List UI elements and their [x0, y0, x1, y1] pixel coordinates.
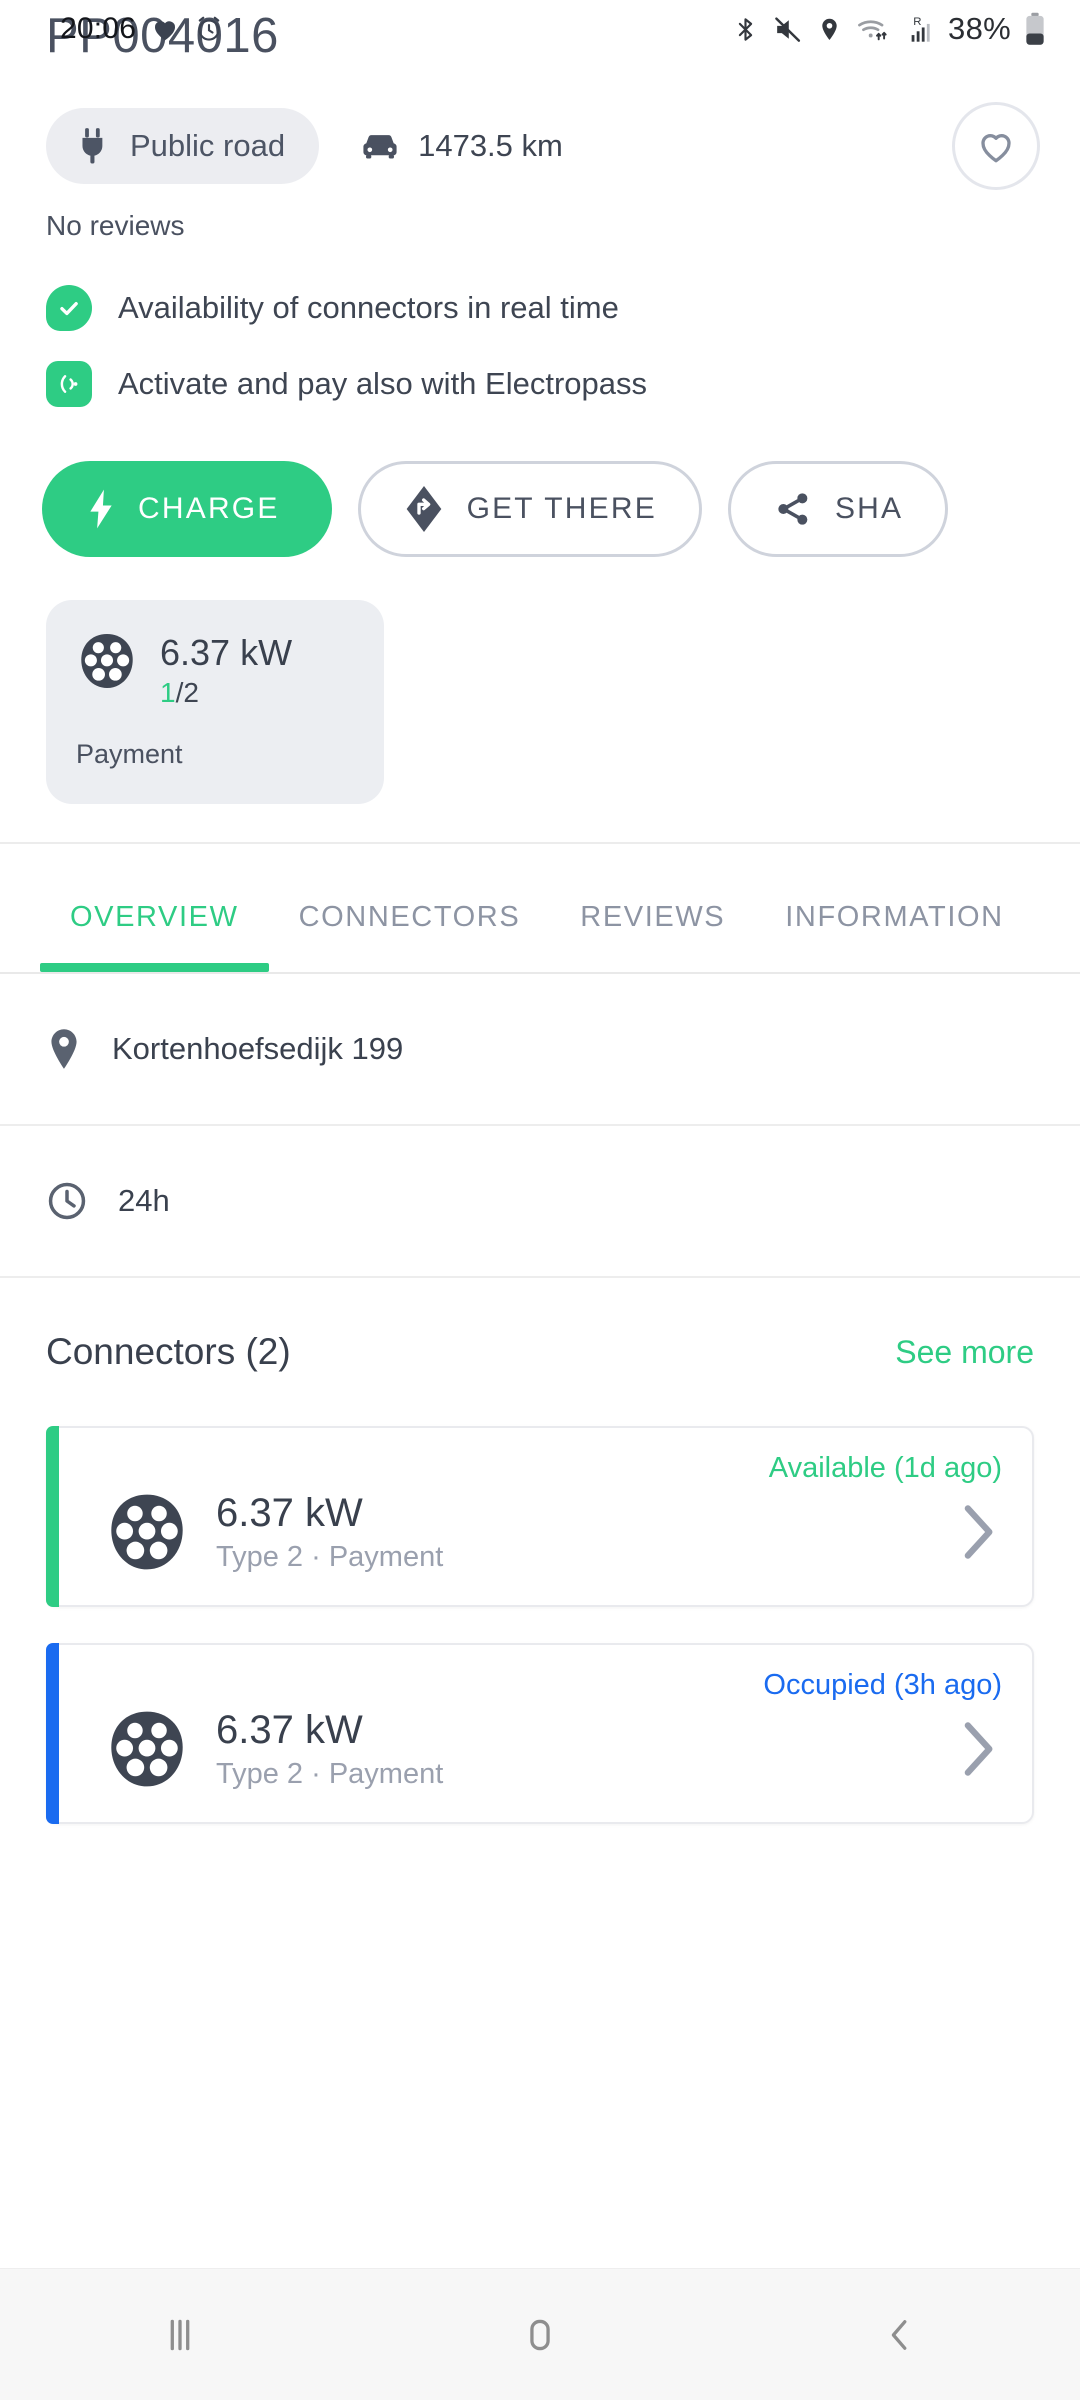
type2-connector-icon [104, 1489, 190, 1575]
clock-icon [46, 1180, 88, 1222]
connector-subtitle: Type 2 · Payment [216, 1541, 444, 1574]
share-icon [773, 489, 813, 529]
connector-power: 6.37 kW [216, 1491, 363, 1536]
type2-connector-icon [104, 1706, 190, 1792]
connector-subtitle: Type 2 · Payment [216, 1758, 444, 1791]
available-count: 1 [160, 677, 176, 709]
recents-button[interactable] [90, 2269, 270, 2400]
connector-card[interactable]: Available (1d ago) 6.37 kW Type 2 · Paym… [46, 1426, 1034, 1608]
back-icon [878, 2313, 922, 2357]
station-meta-row: Public road 1473.5 km [0, 98, 1080, 194]
access-type-chip[interactable]: Public road [46, 108, 320, 184]
power-summary-value: 6.37 kW [160, 632, 293, 673]
power-summary-card[interactable]: 6.37 kW 1/2 Payment [46, 600, 384, 805]
access-type-label: Public road [130, 128, 286, 163]
car-icon [359, 130, 401, 162]
connector-card-body: 6.37 kW Type 2 · Payment [111, 1706, 1002, 1792]
back-button[interactable] [810, 2269, 990, 2400]
distance-label: 1473.5 km [418, 128, 563, 163]
chevron-right-icon[interactable] [960, 1720, 998, 1778]
address-row[interactable]: Kortenhoefsedijk 199 [0, 974, 1080, 1127]
features-list: Availability of connectors in real time … [0, 250, 1080, 428]
connector-status-label: Available (1d ago) [768, 1452, 1002, 1485]
feature-row-realtime: Availability of connectors in real time [46, 276, 1034, 340]
power-summary-fraction: 1/2 [160, 677, 292, 709]
share-button[interactable]: SHA [727, 461, 949, 557]
connector-power: 6.37 kW [216, 1708, 363, 1753]
home-icon [518, 2313, 562, 2357]
get-there-button-label: GET THERE [466, 492, 657, 525]
get-there-button[interactable]: GET THERE [357, 461, 702, 557]
feature-label: Availability of connectors in real time [118, 290, 619, 325]
page-title: PP004016 [46, 9, 279, 63]
tab-reviews[interactable]: REVIEWS [550, 901, 755, 972]
power-summary-texts: 6.37 kW 1/2 [160, 630, 292, 709]
connector-card-texts: 6.37 kW Type 2 · Payment [216, 1490, 960, 1574]
check-badge-icon [46, 285, 92, 331]
hours-label: 24h [118, 1183, 170, 1219]
chevron-right-icon[interactable] [960, 1503, 998, 1561]
charge-button-label: CHARGE [138, 492, 280, 525]
favorite-button[interactable] [952, 102, 1040, 190]
plug-icon [76, 127, 110, 165]
page-title-container: PP004016 [0, 0, 1080, 84]
map-pin-icon [46, 1027, 82, 1071]
connector-status-bar [46, 1426, 59, 1608]
bolt-icon [86, 488, 116, 530]
home-button[interactable] [450, 2269, 630, 2400]
action-button-row: CHARGE GET THERE SHA [0, 428, 1080, 564]
heart-outline-icon [975, 125, 1017, 167]
feature-label: Activate and pay also with Electropass [118, 366, 647, 401]
recents-icon [158, 2313, 202, 2357]
share-button-label: SHA [834, 492, 904, 525]
charging-station-detail-screen: 20:06 R 38% PP004016 Public road 1473.5 … [0, 0, 1080, 2400]
charge-button[interactable]: CHARGE [42, 461, 332, 557]
address-label: Kortenhoefsedijk 199 [112, 1031, 404, 1067]
hours-row[interactable]: 24h [0, 1126, 1080, 1279]
distance-block: 1473.5 km [359, 128, 563, 164]
power-summary-payment-label: Payment [76, 739, 183, 770]
total-count: 2 [183, 677, 199, 709]
navigation-icon [403, 484, 445, 534]
nfc-badge-icon [46, 361, 92, 407]
power-summary-top: 6.37 kW 1/2 [76, 630, 354, 709]
connector-status-label: Occupied (3h ago) [763, 1669, 1002, 1702]
tab-connectors[interactable]: CONNECTORS [269, 901, 551, 972]
connector-card-texts: 6.37 kW Type 2 · Payment [216, 1707, 960, 1791]
connectors-section-header: Connectors (2) See more [0, 1278, 1080, 1426]
android-navigation-bar [0, 2268, 1080, 2400]
tab-information[interactable]: INFORMATION [755, 901, 1033, 972]
see-more-link[interactable]: See more [895, 1334, 1034, 1371]
connector-card[interactable]: Occupied (3h ago) 6.37 kW Type 2 · Payme… [46, 1643, 1034, 1825]
feature-row-electropass: Activate and pay also with Electropass [46, 352, 1034, 416]
tab-overview[interactable]: OVERVIEW [40, 901, 269, 973]
reviews-summary: No reviews [46, 210, 185, 241]
power-summary-wrapper: 6.37 kW 1/2 Payment [0, 564, 1080, 805]
connector-card-body: 6.37 kW Type 2 · Payment [111, 1489, 1002, 1575]
connectors-section-title: Connectors (2) [46, 1331, 291, 1373]
tab-bar: OVERVIEW CONNECTORS REVIEWS INFORMATION [0, 844, 1080, 973]
type2-connector-icon [76, 630, 138, 692]
connector-status-bar [46, 1643, 59, 1825]
